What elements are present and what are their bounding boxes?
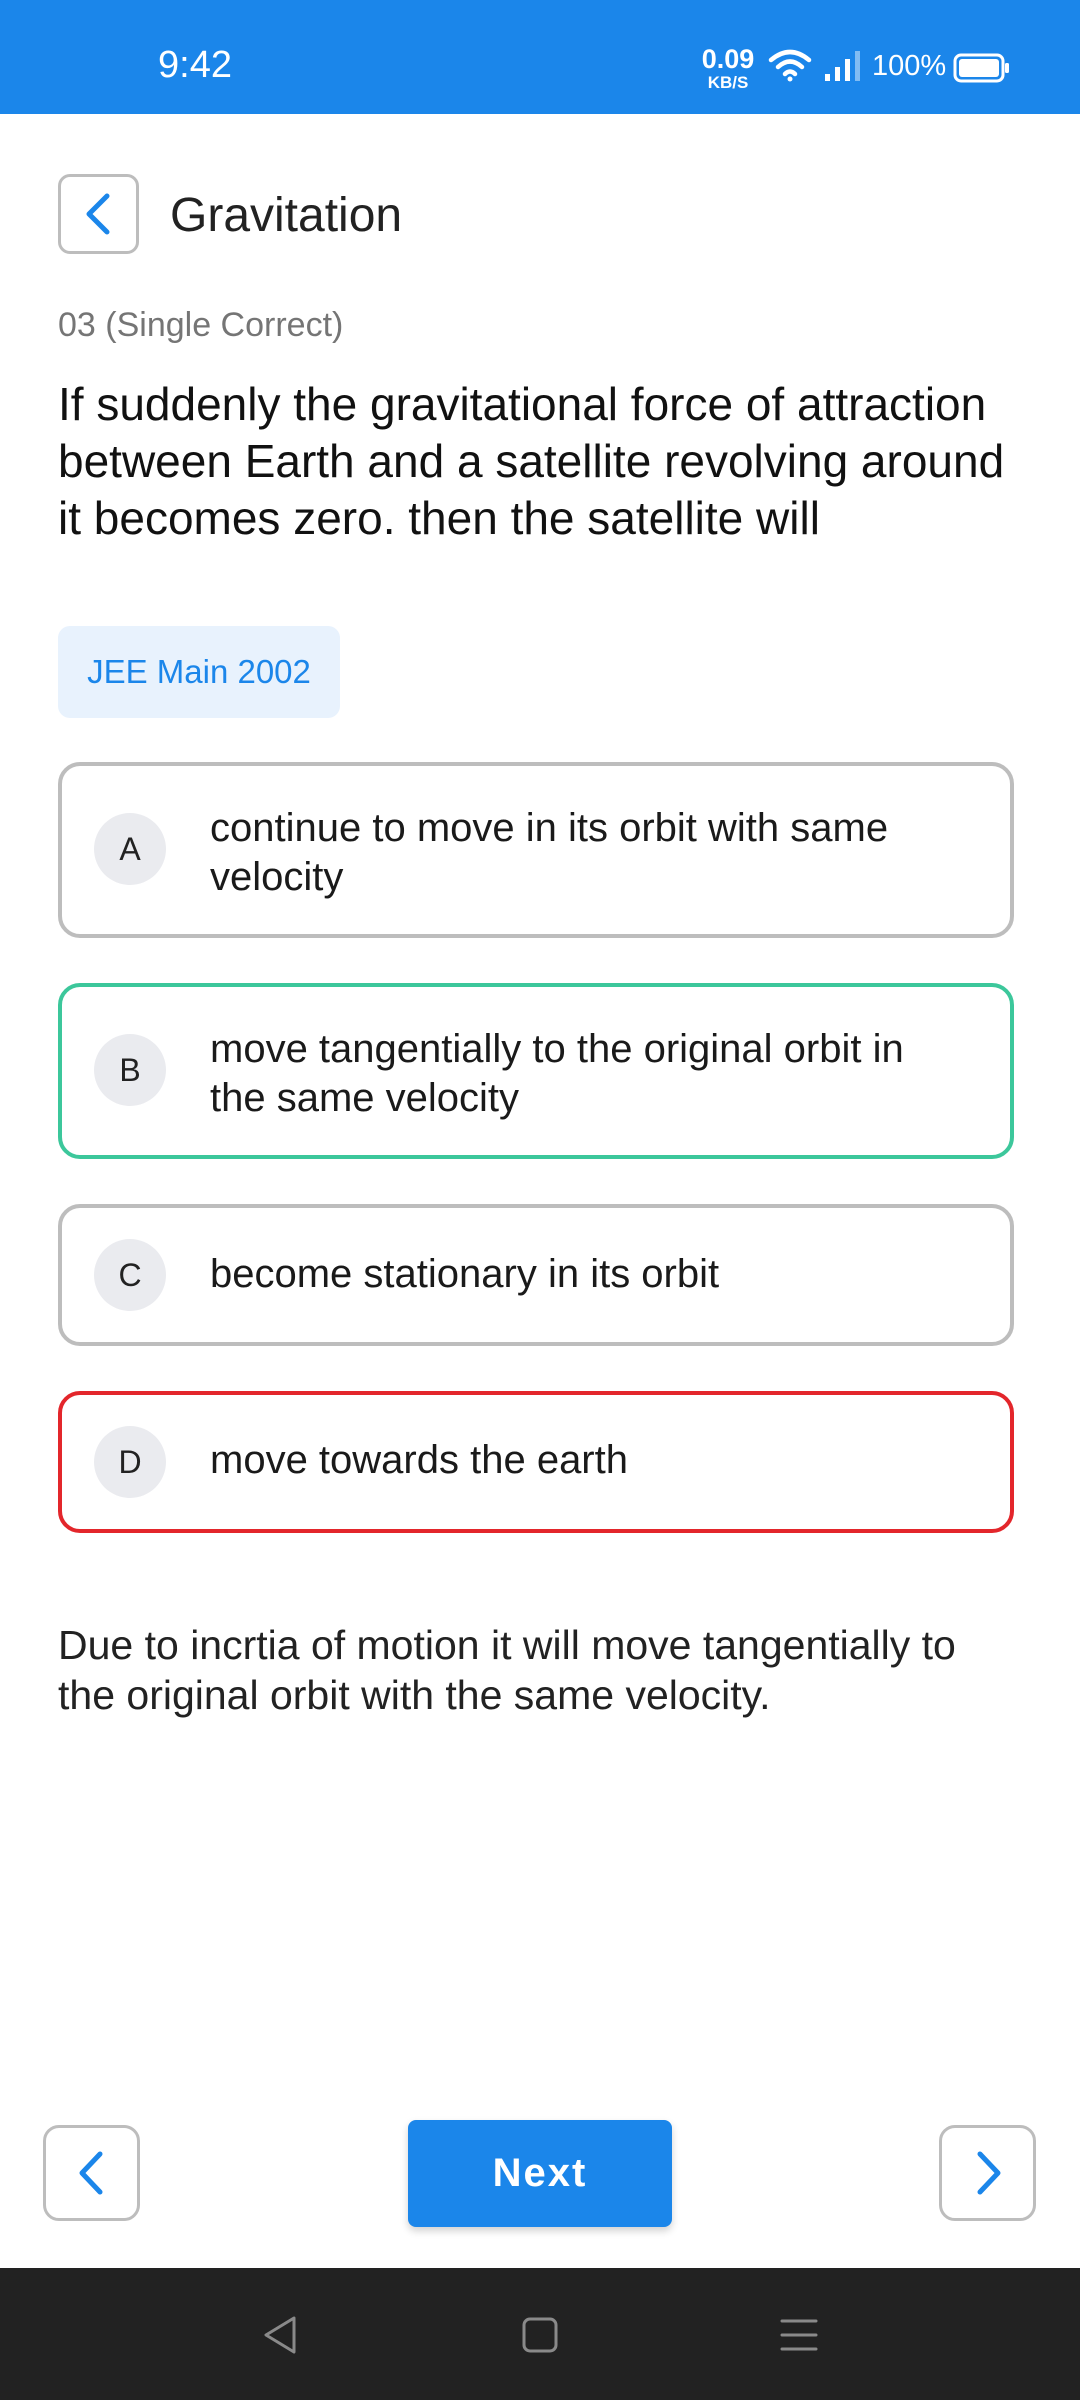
exam-tag: JEE Main 2002 xyxy=(58,626,340,718)
option-b[interactable]: B move tangentially to the original orbi… xyxy=(58,983,1014,1159)
option-letter: D xyxy=(94,1426,166,1498)
question-text: If suddenly the gravitational force of a… xyxy=(58,378,1005,544)
status-time: 9:42 xyxy=(158,44,232,86)
solution-explanation: Due to incrtia of motion it will move ta… xyxy=(58,1622,956,1718)
status-bar: 9:42 0.09 KB/S 100% xyxy=(0,0,1080,114)
home-square-icon[interactable] xyxy=(517,2312,563,2358)
option-text: become stationary in its orbit xyxy=(210,1252,720,1296)
option-letter: C xyxy=(94,1239,166,1311)
back-button[interactable] xyxy=(58,174,139,254)
option-a[interactable]: A continue to move in its orbit with sam… xyxy=(58,762,1014,938)
previous-question-button[interactable] xyxy=(43,2125,140,2221)
signal-icon xyxy=(825,51,860,81)
menu-lines-icon[interactable] xyxy=(776,2312,822,2358)
next-button[interactable]: Next xyxy=(408,2120,672,2227)
option-c[interactable]: C become stationary in its orbit xyxy=(58,1204,1014,1346)
question-number: 03 (Single Correct) xyxy=(58,306,344,344)
page-title: Gravitation xyxy=(170,189,403,242)
wifi-icon xyxy=(768,49,812,82)
chevron-left-icon xyxy=(79,2151,102,2195)
option-text: continue to move in its orbit with same … xyxy=(210,806,889,899)
option-text: move tangentially to the original orbit … xyxy=(210,1027,904,1120)
battery-icon xyxy=(953,53,1009,83)
option-letter: A xyxy=(94,813,166,885)
option-text: move towards the earth xyxy=(210,1438,628,1482)
forward-question-button[interactable] xyxy=(939,2125,1036,2221)
network-speed: 0.09 KB/S xyxy=(700,44,756,92)
chevron-left-icon xyxy=(86,193,109,235)
option-d[interactable]: D move towards the earth xyxy=(58,1391,1014,1533)
network-speed-value: 0.09 xyxy=(701,44,755,74)
battery-percent: 100% xyxy=(872,50,947,82)
chevron-right-icon xyxy=(977,2151,1000,2195)
network-speed-unit: KB/S xyxy=(707,73,749,92)
system-navigation-bar xyxy=(0,2268,1080,2400)
back-triangle-icon[interactable] xyxy=(258,2312,304,2358)
option-letter: B xyxy=(94,1034,166,1106)
